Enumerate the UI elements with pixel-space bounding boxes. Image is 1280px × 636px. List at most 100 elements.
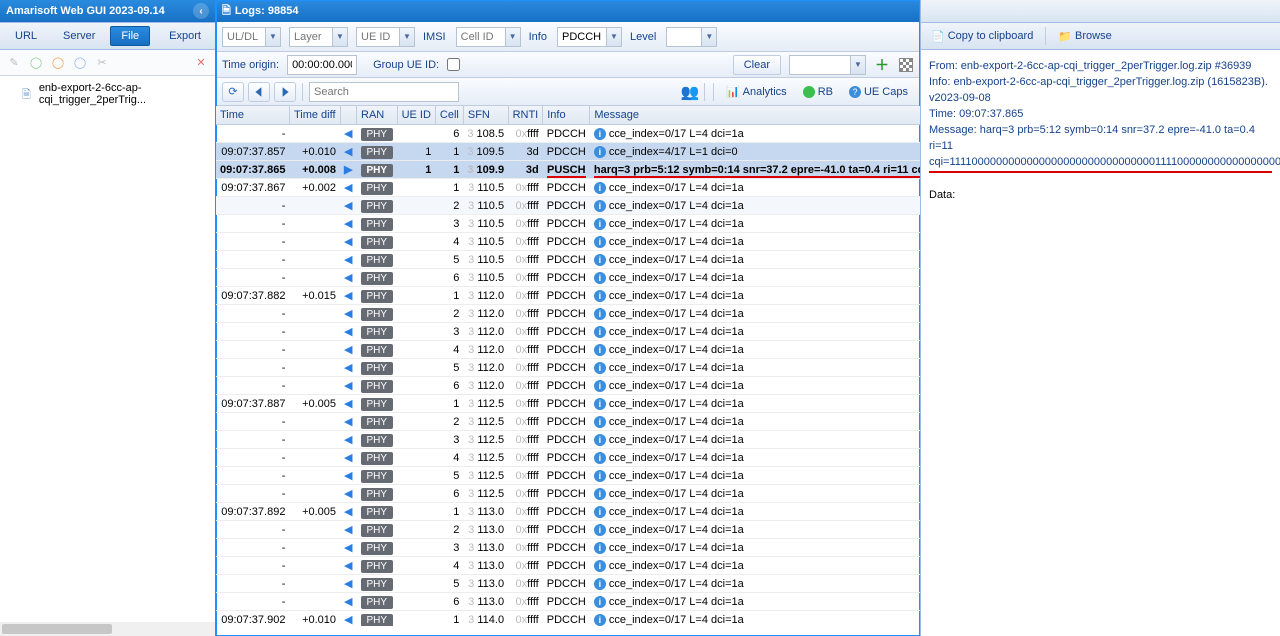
circle-orange-icon[interactable]: ◯ xyxy=(50,55,66,71)
uecaps-button[interactable]: ?UE Caps xyxy=(843,84,914,100)
table-row[interactable]: 09:07:37.867+0.002◀PHY13 110.50xffffPDCC… xyxy=(216,179,920,197)
table-row[interactable]: -◀PHY63 113.00xffffPDCCHicce_index=0/17 … xyxy=(216,593,920,611)
ran-badge: PHY xyxy=(361,542,394,555)
close-icon[interactable]: ✕ xyxy=(193,55,209,71)
table-row[interactable]: -◀PHY43 112.00xffffPDCCHicce_index=0/17 … xyxy=(216,341,920,359)
table-row[interactable]: -◀PHY63 110.50xffffPDCCHicce_index=0/17 … xyxy=(216,269,920,287)
table-row[interactable]: -◀PHY63 112.50xffffPDCCHicce_index=0/17 … xyxy=(216,485,920,503)
collapse-left-icon[interactable]: ‹ xyxy=(193,3,209,19)
forward-icon[interactable] xyxy=(274,82,296,102)
hscrollbar[interactable] xyxy=(0,622,216,636)
direction-icon: ◀ xyxy=(344,254,352,266)
table-row[interactable]: -◀PHY33 112.00xffffPDCCHicce_index=0/17 … xyxy=(216,323,920,341)
detail-info: Info: enb-export-2-6cc-ap-cqi_trigger_2p… xyxy=(929,74,1272,106)
direction-icon: ◀ xyxy=(344,290,352,302)
table-row[interactable]: -◀PHY43 113.00xffffPDCCHicce_index=0/17 … xyxy=(216,557,920,575)
table-row[interactable]: 09:07:37.892+0.005◀PHY13 113.00xffffPDCC… xyxy=(216,503,920,521)
edit-icon[interactable]: ✎ xyxy=(6,55,22,71)
col-header[interactable]: SFN xyxy=(463,106,508,125)
chevron-down-icon[interactable]: ▼ xyxy=(606,28,621,46)
back-icon[interactable] xyxy=(248,82,270,102)
table-row[interactable]: 09:07:37.857+0.010◀PHY113 109.53dPDCCHic… xyxy=(216,143,920,161)
copy-button[interactable]: 📄Copy to clipboard xyxy=(925,28,1039,45)
tab-file[interactable]: File xyxy=(110,26,150,46)
info-combo[interactable]: ▼ xyxy=(557,27,622,47)
table-row[interactable]: -◀PHY53 112.50xffffPDCCHicce_index=0/17 … xyxy=(216,467,920,485)
info-icon: i xyxy=(594,488,606,500)
search-input[interactable] xyxy=(309,82,459,102)
ran-badge: PHY xyxy=(361,380,394,393)
time-origin-input[interactable] xyxy=(287,55,357,75)
table-row[interactable]: -◀PHY23 112.00xffffPDCCHicce_index=0/17 … xyxy=(216,305,920,323)
table-row[interactable]: -◀PHY53 110.50xffffPDCCHicce_index=0/17 … xyxy=(216,251,920,269)
table-row[interactable]: 09:07:37.865+0.008▶PHY113 109.93dPUSCHha… xyxy=(216,161,920,179)
direction-icon: ◀ xyxy=(344,416,352,428)
col-header[interactable]: RAN xyxy=(357,106,398,125)
table-row[interactable]: -◀PHY43 112.50xffffPDCCHicce_index=0/17 … xyxy=(216,449,920,467)
table-row[interactable]: -◀PHY33 110.50xffffPDCCHicce_index=0/17 … xyxy=(216,215,920,233)
browse-button[interactable]: 📁Browse xyxy=(1052,28,1117,45)
table-row[interactable]: -◀PHY53 112.00xffffPDCCHicce_index=0/17 … xyxy=(216,359,920,377)
table-row[interactable]: -◀PHY63 112.00xffffPDCCHicce_index=0/17 … xyxy=(216,377,920,395)
ran-badge: PHY xyxy=(361,308,394,321)
ran-badge: PHY xyxy=(361,416,394,429)
chevron-down-icon[interactable]: ▼ xyxy=(265,28,280,46)
chevron-down-icon[interactable]: ▼ xyxy=(850,56,865,74)
col-header[interactable]: Message xyxy=(590,106,920,125)
log-grid[interactable]: TimeTime diff RANUE IDCellSFNRNTIInfoMess… xyxy=(216,106,920,626)
left-header: Amarisoft Web GUI 2023-09.14 ‹ xyxy=(0,0,215,22)
refresh-icon[interactable]: ⟳ xyxy=(222,82,244,102)
col-header[interactable]: RNTI xyxy=(508,106,543,125)
tree-item[interactable]: 🗎 enb-export-2-6cc-ap-cqi_trigger_2perTr… xyxy=(4,80,211,108)
save-combo[interactable]: ▼ xyxy=(789,55,866,75)
table-row[interactable]: -◀PHY33 113.00xffffPDCCHicce_index=0/17 … xyxy=(216,539,920,557)
col-header[interactable]: Cell xyxy=(435,106,463,125)
col-header[interactable]: Info xyxy=(543,106,590,125)
ran-badge: PHY xyxy=(361,218,394,231)
table-row[interactable]: -◀PHY63 108.50xffffPDCCHicce_index=0/17 … xyxy=(216,125,920,143)
chevron-down-icon[interactable]: ▼ xyxy=(332,28,347,46)
group-ue-checkbox[interactable] xyxy=(447,58,460,71)
checker-icon[interactable] xyxy=(898,57,914,73)
ran-badge: PHY xyxy=(361,272,394,285)
ran-badge: PHY xyxy=(361,614,394,627)
ran-badge: PHY xyxy=(361,290,394,303)
table-row[interactable]: -◀PHY23 112.50xffffPDCCHicce_index=0/17 … xyxy=(216,413,920,431)
col-header[interactable]: UE ID xyxy=(397,106,435,125)
ueid-combo[interactable]: ▼ xyxy=(356,27,415,47)
chevron-down-icon[interactable]: ▼ xyxy=(399,28,414,46)
table-row[interactable]: 09:07:37.887+0.005◀PHY13 112.50xffffPDCC… xyxy=(216,395,920,413)
col-header[interactable]: Time xyxy=(216,106,289,125)
table-row[interactable]: 09:07:37.882+0.015◀PHY13 112.00xffffPDCC… xyxy=(216,287,920,305)
table-row[interactable]: 09:07:37.902+0.010◀PHY13 114.00xffffPDCC… xyxy=(216,611,920,627)
level-combo[interactable]: ▼ xyxy=(666,27,717,47)
rb-button[interactable]: RB xyxy=(797,84,839,100)
analytics-button[interactable]: 📊Analytics xyxy=(720,83,793,100)
ran-badge: PHY xyxy=(361,434,394,447)
table-row[interactable]: -◀PHY23 113.00xffffPDCCHicce_index=0/17 … xyxy=(216,521,920,539)
tab-url[interactable]: URL xyxy=(4,26,48,46)
table-row[interactable]: -◀PHY53 113.00xffffPDCCHicce_index=0/17 … xyxy=(216,575,920,593)
cellid-combo[interactable]: ▼ xyxy=(456,27,521,47)
table-row[interactable]: -◀PHY43 110.50xffffPDCCHicce_index=0/17 … xyxy=(216,233,920,251)
cut-icon[interactable]: ✂ xyxy=(94,55,110,71)
chevron-down-icon[interactable]: ▼ xyxy=(701,28,716,46)
ran-badge: PHY xyxy=(361,128,394,141)
uldl-combo[interactable]: ▼ xyxy=(222,27,281,47)
circle-green-icon[interactable]: ◯ xyxy=(28,55,44,71)
info-icon: i xyxy=(594,182,606,194)
table-row[interactable]: -◀PHY33 112.50xffffPDCCHicce_index=0/17 … xyxy=(216,431,920,449)
grid-header-row: TimeTime diff RANUE IDCellSFNRNTIInfoMess… xyxy=(216,106,920,125)
tab-server[interactable]: Server xyxy=(52,26,106,46)
info-icon: i xyxy=(594,308,606,320)
col-header[interactable] xyxy=(340,106,356,125)
export-button[interactable]: Export xyxy=(158,26,212,46)
binoculars-icon[interactable]: 👥 xyxy=(682,84,698,100)
clear-button[interactable]: Clear xyxy=(733,55,781,75)
circle-blue-icon[interactable]: ◯ xyxy=(72,55,88,71)
layer-combo[interactable]: ▼ xyxy=(289,27,348,47)
table-row[interactable]: -◀PHY23 110.50xffffPDCCHicce_index=0/17 … xyxy=(216,197,920,215)
plus-icon[interactable]: ＋ xyxy=(874,57,890,73)
col-header[interactable]: Time diff xyxy=(289,106,340,125)
chevron-down-icon[interactable]: ▼ xyxy=(505,28,520,46)
